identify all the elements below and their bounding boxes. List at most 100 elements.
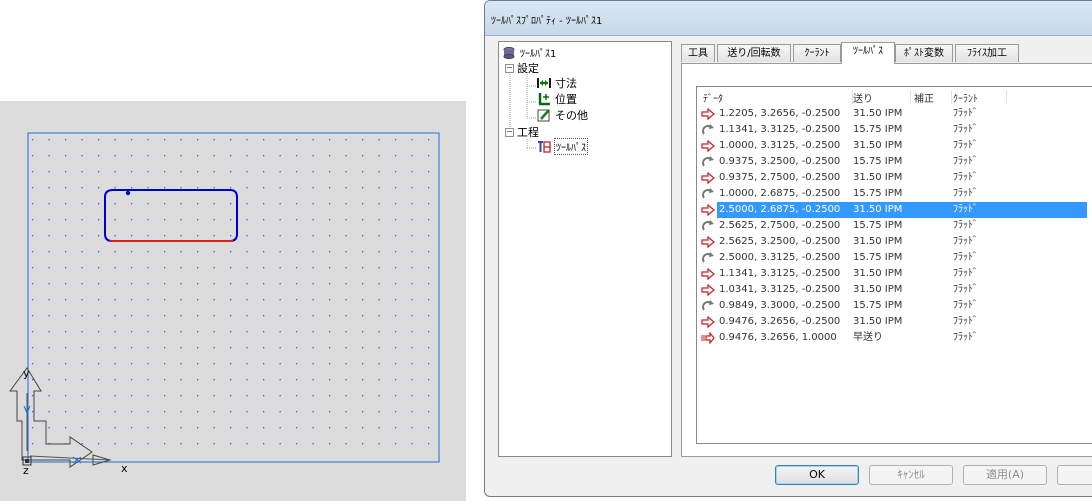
grid-dot <box>131 427 133 429</box>
collapse-icon[interactable]: − <box>505 63 514 73</box>
grid-dot <box>362 315 364 317</box>
toolpath-row[interactable]: 0.9375, 2.7500, -0.2500 31.50 IPM ﾌﾗｯﾄﾞ <box>697 170 1092 186</box>
grid-dot <box>263 299 265 301</box>
toolpath-row[interactable]: 2.5625, 2.7500, -0.2500 15.75 IPM ﾌﾗｯﾄﾞ <box>697 218 1092 234</box>
grid-dot <box>345 347 347 349</box>
toolpath-row[interactable]: 1.2205, 3.2656, -0.2500 31.50 IPM ﾌﾗｯﾄﾞ <box>697 106 1092 122</box>
grid-dot <box>428 187 430 189</box>
ok-button[interactable]: OK <box>775 465 859 485</box>
tab-tool[interactable]: 工具 <box>681 44 715 62</box>
tree-item-settings[interactable]: − 設定 <box>505 60 539 76</box>
grid-dot <box>32 443 34 445</box>
arc-move-icon <box>701 300 715 312</box>
toolpath-row[interactable]: 2.5000, 3.3125, -0.2500 15.75 IPM ﾌﾗｯﾄﾞ <box>697 250 1092 266</box>
grid-dot <box>65 395 67 397</box>
toolpath-list[interactable]: ﾃﾞｰﾀ 送り 補正 ｸｰﾗﾝﾄ 1.2205, 3.2656, -0.2500… <box>696 86 1092 444</box>
tree-item-process[interactable]: − 工程 <box>505 124 539 140</box>
grid-dot <box>312 411 314 413</box>
line-move-icon <box>701 267 715 281</box>
cad-viewport[interactable]: x y z <box>0 101 466 501</box>
grid-dot <box>180 299 182 301</box>
grid-dot <box>378 315 380 317</box>
grid-dot <box>378 299 380 301</box>
grid-dot <box>362 427 364 429</box>
grid-dot <box>362 395 364 397</box>
grid-dot <box>180 315 182 317</box>
grid-dot <box>180 235 182 237</box>
grid-dot <box>131 171 133 173</box>
grid-dot <box>147 171 149 173</box>
grid-dot <box>246 251 248 253</box>
grid-dot <box>296 331 298 333</box>
cancel-button[interactable]: ｷｬﾝｾﾙ <box>869 465 953 485</box>
xy-axis-arrows <box>9 367 93 468</box>
tab-milling[interactable]: ﾌﾗｲｽ加工 <box>955 44 1019 62</box>
grid-dot <box>246 395 248 397</box>
title-bar[interactable]: ﾂｰﾙﾊﾟｽﾌﾟﾛﾊﾟﾃｨ - ﾂｰﾙﾊﾟｽ1 <box>485 1 1092 36</box>
x-axis-label: x <box>121 462 128 475</box>
column-header-compensation[interactable]: 補正 <box>914 90 952 105</box>
grid-dot <box>98 411 100 413</box>
grid-dot <box>114 219 116 221</box>
grid-dot <box>98 283 100 285</box>
line-move-icon <box>701 139 715 153</box>
toolpath-row[interactable]: 1.1341, 3.3125, -0.2500 15.75 IPM ﾌﾗｯﾄﾞ <box>697 122 1092 138</box>
grid-dot <box>296 155 298 157</box>
toolpath-row[interactable]: 1.1341, 3.3125, -0.2500 31.50 IPM ﾌﾗｯﾄﾞ <box>697 266 1092 282</box>
toolpath-row[interactable]: 1.0000, 2.6875, -0.2500 15.75 IPM ﾌﾗｯﾄﾞ <box>697 186 1092 202</box>
grid-dot <box>312 235 314 237</box>
origin-dot <box>25 459 29 463</box>
grid-dot <box>48 379 50 381</box>
grid-dot <box>197 299 199 301</box>
tree-item-toolpath1[interactable]: ﾂｰﾙﾊﾟｽ1 <box>502 45 556 60</box>
grid-dot <box>395 411 397 413</box>
grid-dot <box>395 315 397 317</box>
toolpath-row[interactable]: 0.9476, 3.2656, 1.0000 早送り ﾌﾗｯﾄﾞ <box>697 330 1092 346</box>
tree-item-position[interactable]: 位置 <box>537 91 577 107</box>
grid-dot <box>65 171 67 173</box>
apply-button[interactable]: 適用(A) <box>963 465 1047 485</box>
toolpath-row[interactable]: 0.9476, 3.2656, -0.2500 31.50 IPM ﾌﾗｯﾄﾞ <box>697 314 1092 330</box>
grid-dot <box>345 139 347 141</box>
grid-dot <box>81 395 83 397</box>
tab-coolant[interactable]: ｸｰﾗﾝﾄ <box>793 44 841 62</box>
cell-feed: 31.50 IPM <box>853 108 903 119</box>
grid-dot <box>32 251 34 253</box>
grid-dot <box>197 203 199 205</box>
grid-dot <box>263 267 265 269</box>
tab-toolpath[interactable]: ﾂｰﾙﾊﾟｽ <box>841 42 895 64</box>
grid-dot <box>81 315 83 317</box>
collapse-icon[interactable]: − <box>505 127 514 137</box>
toolpath-row[interactable]: 0.9375, 3.2500, -0.2500 15.75 IPM ﾌﾗｯﾄﾞ <box>697 154 1092 170</box>
toolpath-row[interactable]: 1.0000, 3.3125, -0.2500 31.50 IPM ﾌﾗｯﾄﾞ <box>697 138 1092 154</box>
settings-tree[interactable]: ﾂｰﾙﾊﾟｽ1 − 設定 寸法 位置 その他 − 工程 ﾂｰﾙﾊﾟｽ <box>498 41 672 457</box>
grid-dot <box>213 283 215 285</box>
toolpath-row[interactable]: 1.0341, 3.3125, -0.2500 31.50 IPM ﾌﾗｯﾄﾞ <box>697 282 1092 298</box>
grid-dot <box>164 411 166 413</box>
drawing-canvas[interactable] <box>0 101 466 501</box>
tab-post-variables[interactable]: ﾎﾟｽﾄ変数 <box>895 44 953 62</box>
grid-dot <box>213 187 215 189</box>
grid-dot <box>180 411 182 413</box>
column-header-coolant[interactable]: ｸｰﾗﾝﾄ <box>953 90 1007 105</box>
tree-item-dimensions[interactable]: 寸法 <box>537 75 577 91</box>
column-header-data[interactable]: ﾃﾞｰﾀ <box>703 90 853 105</box>
grid-dot <box>197 347 199 349</box>
grid-dot <box>329 171 331 173</box>
toolpath-row[interactable]: 0.9849, 3.3000, -0.2500 15.75 IPM ﾌﾗｯﾄﾞ <box>697 298 1092 314</box>
arc-move-icon <box>701 188 715 200</box>
grid-dot <box>164 347 166 349</box>
grid-dot <box>246 155 248 157</box>
toolpath-row[interactable]: 2.5625, 3.2500, -0.2500 31.50 IPM ﾌﾗｯﾄﾞ <box>697 234 1092 250</box>
tab-feed-speed[interactable]: 送り/回転数 <box>717 44 791 62</box>
toolpath-row[interactable]: 2.5000, 2.6875, -0.2500 31.50 IPM ﾌﾗｯﾄﾞ <box>697 202 1092 218</box>
help-button[interactable]: ﾌﾟ <box>1057 465 1092 485</box>
column-header-feed[interactable]: 送り <box>853 90 911 105</box>
grid-dot <box>81 299 83 301</box>
grid-dot <box>345 219 347 221</box>
grid-dot <box>230 347 232 349</box>
tree-item-toolpath[interactable]: ﾂｰﾙﾊﾟｽ <box>537 138 588 155</box>
tree-item-other[interactable]: その他 <box>537 107 588 123</box>
grid-dot <box>131 187 133 189</box>
grid-dot <box>197 139 199 141</box>
